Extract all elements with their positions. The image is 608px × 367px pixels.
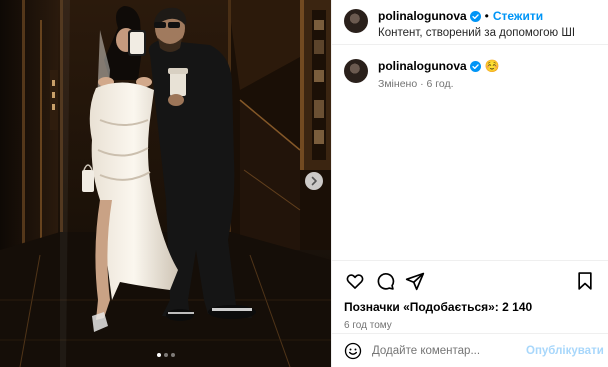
add-comment-bar: Опублікувати	[332, 333, 608, 367]
verified-icon	[469, 60, 481, 72]
avatar[interactable]	[344, 9, 368, 33]
emoji-icon[interactable]	[344, 342, 362, 360]
carousel-next-button[interactable]	[305, 172, 323, 190]
comment-input[interactable]	[372, 344, 526, 357]
post-time[interactable]: 6 год тому	[344, 320, 596, 331]
separator: •	[484, 9, 489, 23]
post-dialog: polinalogunova • Стежити Контент, створе…	[0, 0, 608, 367]
action-bar	[344, 269, 596, 293]
caption-text: ☺️	[484, 59, 500, 73]
follow-button[interactable]: Стежити	[493, 9, 543, 23]
ai-content-label[interactable]: Контент, створений за допомогою ШІ	[378, 27, 575, 39]
caption-comment: polinalogunova ☺️ Змінено · 6 год.	[344, 59, 596, 90]
comment-username[interactable]: polinalogunova	[378, 59, 467, 73]
comment-icon[interactable]	[374, 270, 396, 292]
post-photo	[0, 0, 331, 367]
publish-button[interactable]: Опублікувати	[526, 345, 604, 357]
likes-count[interactable]: Позначки «Подобається»: 2 140	[344, 300, 596, 314]
comment-meta: Змінено · 6 год.	[378, 78, 454, 90]
bookmark-icon[interactable]	[574, 270, 596, 292]
heart-icon[interactable]	[344, 270, 366, 292]
comments-section: polinalogunova ☺️ Змінено · 6 год.	[332, 45, 608, 260]
post-header: polinalogunova • Стежити Контент, створе…	[332, 0, 608, 45]
actions-area: Позначки «Подобається»: 2 140 6 год тому	[332, 260, 608, 333]
carousel-indicator	[0, 353, 331, 357]
post-side-panel: polinalogunova • Стежити Контент, створе…	[331, 0, 608, 367]
author-username[interactable]: polinalogunova	[378, 9, 467, 23]
post-media[interactable]	[0, 0, 331, 367]
verified-icon	[469, 10, 481, 22]
carousel-dot	[163, 353, 168, 357]
carousel-dot	[156, 353, 161, 357]
chevron-right-icon	[311, 176, 317, 186]
carousel-dot	[170, 353, 175, 357]
share-icon[interactable]	[404, 270, 426, 292]
avatar[interactable]	[344, 59, 368, 83]
